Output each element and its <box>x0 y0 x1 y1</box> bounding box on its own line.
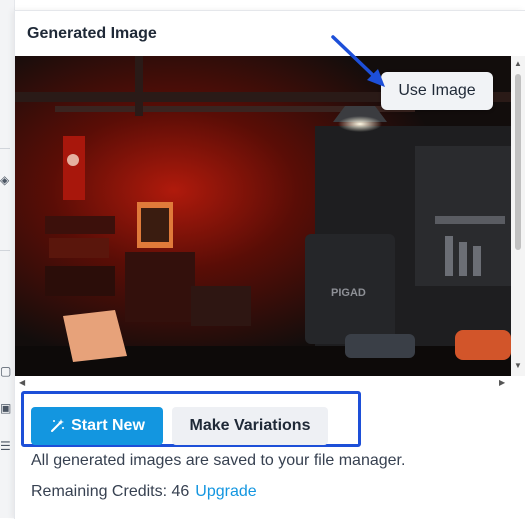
remaining-credits: Remaining Credits: 46 Upgrade <box>31 483 257 501</box>
make-variations-button[interactable]: Make Variations <box>172 407 328 445</box>
scroll-right-arrow-icon[interactable]: ▶ <box>499 379 505 387</box>
window-icon: ▣ <box>0 401 12 415</box>
panel-title: Generated Image <box>27 25 157 42</box>
horizontal-scrollbar[interactable]: ◀ ▶ <box>15 376 511 390</box>
start-new-button[interactable]: Start New <box>31 407 163 445</box>
sign-text: PIGAD <box>331 287 366 299</box>
scroll-up-arrow-icon[interactable]: ▲ <box>514 60 522 68</box>
upgrade-link[interactable]: Upgrade <box>195 483 256 500</box>
annotation-arrow-icon <box>331 35 385 87</box>
vertical-scrollbar[interactable]: ▲ ▼ <box>511 56 525 376</box>
frame-icon: ▢ <box>0 364 12 378</box>
list-icon: ☰ <box>0 439 11 453</box>
paint-bucket-icon: ◈ <box>0 173 10 187</box>
credits-label: Remaining Credits: 46 <box>31 483 190 500</box>
generated-image-panel: Generated Image PIGAD Use Image ▲ ▼ ◀ ▶ … <box>14 10 525 519</box>
vertical-scroll-thumb[interactable] <box>515 74 521 250</box>
use-image-button[interactable]: Use Image <box>381 72 493 110</box>
background-toolbar: ◈ ▢ ▣ ☰ <box>0 0 15 518</box>
info-text: All generated images are saved to your f… <box>31 452 406 469</box>
magic-wand-icon <box>51 419 65 432</box>
scroll-left-arrow-icon[interactable]: ◀ <box>19 379 25 387</box>
toolbar-divider <box>0 250 10 251</box>
toolbar-divider <box>0 148 10 149</box>
scroll-down-arrow-icon[interactable]: ▼ <box>514 362 522 370</box>
start-new-label: Start New <box>71 417 145 434</box>
